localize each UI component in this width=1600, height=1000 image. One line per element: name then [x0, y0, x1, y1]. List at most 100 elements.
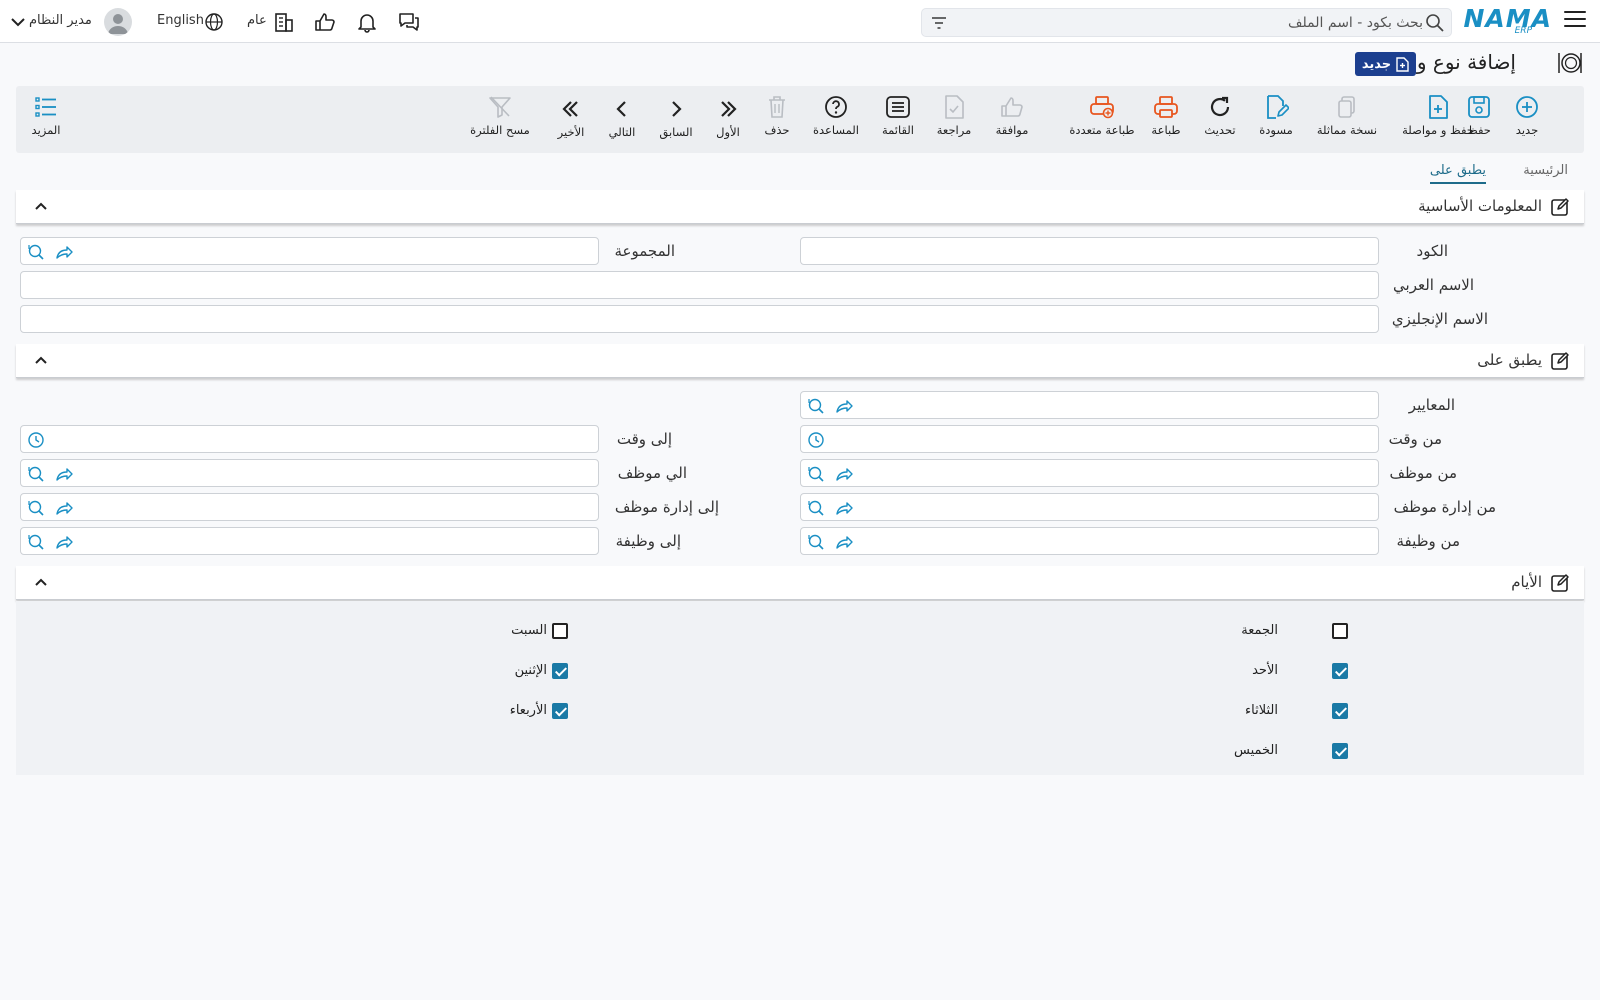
to-employee-input[interactable]: [20, 459, 599, 487]
search-plus-icon[interactable]: [807, 397, 825, 415]
to-employee-dept-input[interactable]: [20, 493, 599, 521]
clock-icon[interactable]: [807, 431, 825, 449]
tab-main[interactable]: الرئيسية: [1523, 163, 1568, 178]
arabic-name-input[interactable]: [20, 271, 1379, 299]
search-input[interactable]: [963, 12, 1423, 33]
from-job-input[interactable]: [800, 527, 1379, 555]
sunday-checkbox[interactable]: [1332, 663, 1348, 679]
share-icon[interactable]: [55, 465, 73, 483]
search-plus-icon[interactable]: [27, 533, 45, 551]
group-label: المجموعة: [614, 242, 675, 260]
share-icon[interactable]: [835, 499, 853, 517]
basic-info-section-header[interactable]: المعلومات الأساسية: [16, 190, 1584, 224]
bell-icon[interactable]: [355, 10, 379, 34]
from-time-input[interactable]: [800, 425, 1379, 453]
criteria-input[interactable]: [800, 391, 1379, 419]
refresh-button[interactable]: تحديث: [1200, 94, 1240, 137]
multi-print-button[interactable]: طباعة متعددة: [1050, 94, 1154, 137]
save-continue-button[interactable]: حفظ و مواصلة: [1400, 94, 1476, 137]
clock-icon[interactable]: [27, 431, 45, 449]
last-button[interactable]: الأخير: [551, 96, 591, 139]
to-job-input[interactable]: [20, 527, 599, 555]
from-time-label: من وقت: [1388, 430, 1442, 448]
previous-button[interactable]: السابق: [656, 96, 696, 139]
search-plus-icon[interactable]: [807, 465, 825, 483]
basic-info-title: المعلومات الأساسية: [1418, 197, 1542, 215]
duplicate-button[interactable]: نسخة مماثلة: [1314, 94, 1380, 137]
clear-filter-button[interactable]: مسح الفلترة: [468, 94, 532, 137]
to-employee-dept-label: إلى إدارة موظف: [614, 498, 719, 516]
to-employee-label: الي موظف: [617, 464, 687, 482]
tab-applies-to[interactable]: يطبق على: [1429, 163, 1486, 184]
logo-text: NAMA: [1463, 4, 1552, 33]
days-section-header[interactable]: الأيام: [16, 566, 1584, 600]
building-icon[interactable]: [272, 10, 296, 34]
wednesday-checkbox[interactable]: [552, 703, 568, 719]
file-plus-icon: [1429, 95, 1448, 119]
share-icon[interactable]: [55, 499, 73, 517]
search-plus-icon[interactable]: [27, 465, 45, 483]
chevron-up-icon[interactable]: [34, 353, 48, 367]
search-plus-icon[interactable]: [27, 499, 45, 517]
search-plus-icon[interactable]: [27, 243, 45, 261]
english-name-input[interactable]: [20, 305, 1379, 333]
saturday-checkbox[interactable]: [552, 623, 568, 639]
thumbs-up-icon[interactable]: [313, 10, 337, 34]
applies-to-section-header[interactable]: يطبق على: [16, 344, 1584, 378]
list-icon: [886, 96, 910, 118]
help-button[interactable]: المساعدة: [806, 94, 866, 137]
refresh-label: تحديث: [1204, 123, 1236, 137]
group-input[interactable]: [20, 237, 599, 265]
from-employee-input[interactable]: [800, 459, 1379, 487]
avatar[interactable]: [104, 8, 132, 36]
draft-button[interactable]: مسودة: [1256, 94, 1296, 137]
from-employee-dept-input[interactable]: [800, 493, 1379, 521]
filter-off-icon: [489, 96, 511, 118]
more-button[interactable]: المزيد: [28, 94, 64, 137]
share-icon[interactable]: [55, 243, 73, 261]
new-button[interactable]: جديد: [1512, 94, 1542, 137]
company-name[interactable]: عام: [247, 13, 267, 28]
to-time-input[interactable]: [20, 425, 599, 453]
code-input[interactable]: [800, 237, 1379, 265]
chevron-up-icon[interactable]: [34, 199, 48, 213]
menu-icon[interactable]: [1564, 11, 1586, 31]
edit-icon: [1551, 198, 1569, 216]
next-button[interactable]: التالي: [602, 96, 642, 139]
user-name[interactable]: مدير النظام: [29, 13, 92, 28]
search-plus-icon[interactable]: [807, 499, 825, 517]
refresh-icon: [1210, 96, 1230, 117]
applies-to-title: يطبق على: [1477, 351, 1542, 369]
globe-icon[interactable]: [204, 12, 224, 32]
delete-button[interactable]: حذف: [762, 94, 792, 137]
share-icon[interactable]: [55, 533, 73, 551]
list-label: القائمة: [881, 123, 915, 137]
review-button[interactable]: مراجعة: [934, 94, 974, 137]
share-icon[interactable]: [835, 533, 853, 551]
tuesday-checkbox[interactable]: [1332, 703, 1348, 719]
thursday-checkbox[interactable]: [1332, 743, 1348, 759]
language-switch[interactable]: English: [157, 13, 204, 28]
chat-icon[interactable]: [397, 10, 421, 34]
share-icon[interactable]: [835, 465, 853, 483]
last-label: الأخير: [557, 125, 585, 139]
sunday-label: الأحد: [1252, 663, 1278, 678]
first-button[interactable]: الأول: [713, 96, 743, 139]
monday-checkbox[interactable]: [552, 663, 568, 679]
search-plus-icon[interactable]: [807, 533, 825, 551]
share-icon[interactable]: [835, 397, 853, 415]
printer-icon: [1154, 96, 1178, 118]
friday-checkbox[interactable]: [1332, 623, 1348, 639]
filter-icon[interactable]: [930, 14, 948, 32]
search-icon[interactable]: [1425, 13, 1445, 33]
list-button[interactable]: القائمة: [878, 94, 918, 137]
friday-label: الجمعة: [1241, 623, 1278, 638]
approve-button[interactable]: موافقة: [992, 94, 1032, 137]
multi-print-label: طباعة متعددة: [1069, 123, 1135, 137]
chevron-up-icon[interactable]: [34, 575, 48, 589]
logo[interactable]: NAMA ERP: [1464, 4, 1552, 38]
monday-label: الإثنين: [514, 663, 547, 678]
file-plus-icon: [1396, 56, 1409, 72]
first-label: الأول: [716, 125, 740, 139]
chevron-down-icon[interactable]: [10, 14, 26, 30]
